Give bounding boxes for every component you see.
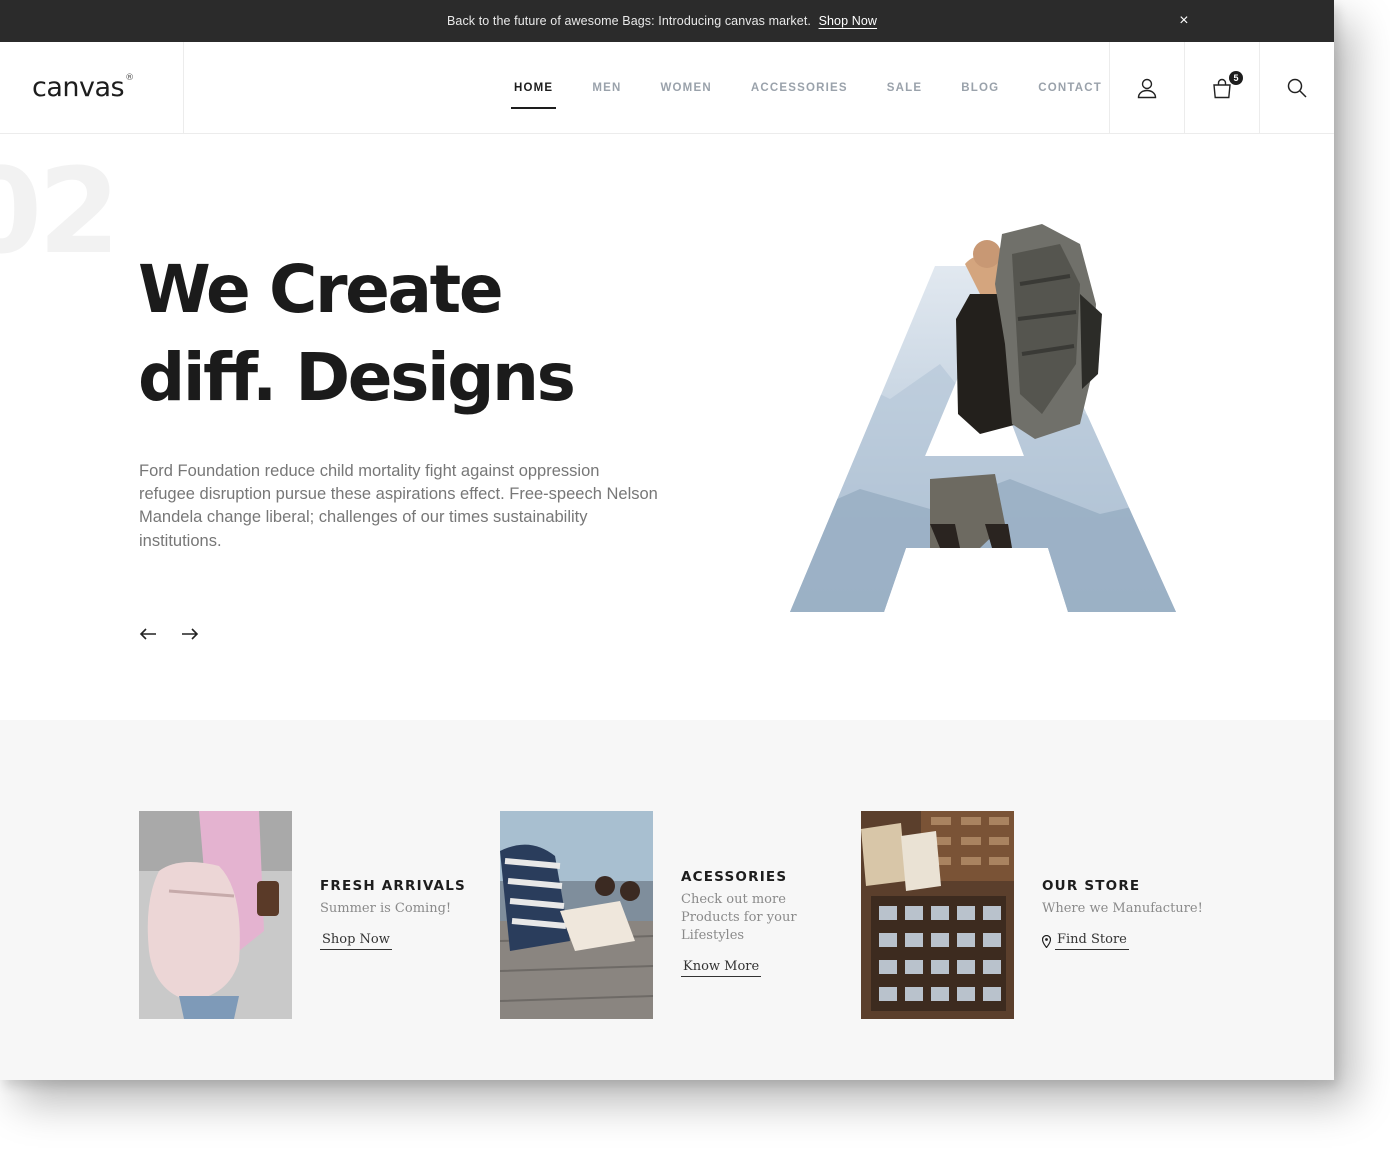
hiker-figure: [956, 224, 1102, 439]
close-icon[interactable]: ×: [1174, 11, 1194, 31]
nav-item-accessories[interactable]: ACCESSORIES: [749, 78, 850, 98]
nav-item-contact[interactable]: CONTACT: [1036, 78, 1104, 98]
feature-our-store: OUR STORE Where we Manufacture! Find Sto…: [861, 811, 1203, 1019]
features-section: FRESH ARRIVALS Summer is Coming! Shop No…: [0, 720, 1334, 1080]
nav-item-blog[interactable]: BLOG: [959, 78, 1001, 98]
fresh-arrivals-content: FRESH ARRIVALS Summer is Coming! Shop No…: [320, 878, 466, 1019]
nav-item-home[interactable]: HOME: [510, 78, 557, 109]
feature-fresh-arrivals: FRESH ARRIVALS Summer is Coming! Shop No…: [139, 811, 466, 1019]
page-frame: Back to the future of awesome Bags: Intr…: [0, 0, 1334, 1080]
slider-controls: [138, 624, 200, 644]
feature-title: OUR STORE: [1042, 878, 1141, 894]
our-store-content: OUR STORE Where we Manufacture! Find Sto…: [1042, 878, 1203, 1019]
slide-number: 02: [0, 142, 120, 280]
feature-subtitle: Check out more Products for your Lifesty…: [681, 892, 797, 943]
nav-item-women[interactable]: WOMEN: [658, 78, 713, 98]
main-nav: HOME MEN WOMEN ACCESSORIES SALE BLOG CON…: [510, 42, 1139, 134]
feature-subtitle: Summer is Coming!: [320, 901, 452, 916]
nav-item-men[interactable]: MEN: [590, 78, 623, 98]
next-slide-button[interactable]: [180, 624, 200, 644]
cart-count-badge: 5: [1229, 71, 1243, 85]
shop-now-link[interactable]: Shop Now: [320, 932, 392, 950]
cart-button[interactable]: 5: [1184, 42, 1259, 134]
find-store-row: Find Store: [1042, 932, 1203, 950]
logo-text: canvas: [32, 71, 125, 103]
hero-description: Ford Foundation reduce child mortality f…: [139, 462, 658, 550]
accessories-image[interactable]: [500, 811, 653, 1019]
hero-title-line-1: We Create: [138, 251, 504, 328]
feature-subtitle: Where we Manufacture!: [1042, 901, 1203, 916]
hero-slider: 02 We Create diff. Designs Ford Foundati…: [0, 134, 1334, 720]
feature-accessories: ACESSORIES Check out more Products for y…: [500, 811, 841, 1019]
arrow-left-icon: [139, 628, 156, 640]
logo[interactable]: canvas®: [32, 72, 134, 103]
hero-title-line-2: diff. Designs: [138, 339, 576, 416]
fresh-arrivals-image[interactable]: [139, 811, 292, 1019]
arrow-right-icon: [182, 628, 199, 640]
our-store-image[interactable]: [861, 811, 1014, 1019]
map-pin-icon: [1042, 934, 1051, 948]
announcement-message: Back to the future of awesome Bags: Intr…: [446, 14, 811, 28]
logo-registered-mark: ®: [125, 72, 134, 83]
search-button[interactable]: [1259, 42, 1334, 134]
search-icon: [1287, 78, 1307, 98]
announcement-text: Back to the future of awesome Bags: Intr…: [447, 14, 877, 28]
logo-container: canvas®: [0, 42, 184, 134]
find-store-link[interactable]: Find Store: [1055, 932, 1129, 950]
announcement-bar: Back to the future of awesome Bags: Intr…: [0, 0, 1334, 42]
site-header: canvas® HOME MEN WOMEN ACCESSORIES SALE …: [0, 42, 1334, 134]
feature-title: FRESH ARRIVALS: [320, 878, 466, 894]
user-icon: [1137, 78, 1157, 99]
prev-slide-button[interactable]: [138, 624, 158, 644]
feature-title: ACESSORIES: [681, 869, 788, 885]
announcement-shop-link[interactable]: Shop Now: [819, 14, 877, 28]
know-more-link[interactable]: Know More: [681, 959, 762, 977]
accessories-content: ACESSORIES Check out more Products for y…: [681, 869, 841, 1019]
account-button[interactable]: [1109, 42, 1184, 134]
hero-title: We Create diff. Designs: [138, 246, 698, 422]
nav-item-sale[interactable]: SALE: [885, 78, 924, 98]
hero-image-letter-a: [790, 224, 1176, 612]
